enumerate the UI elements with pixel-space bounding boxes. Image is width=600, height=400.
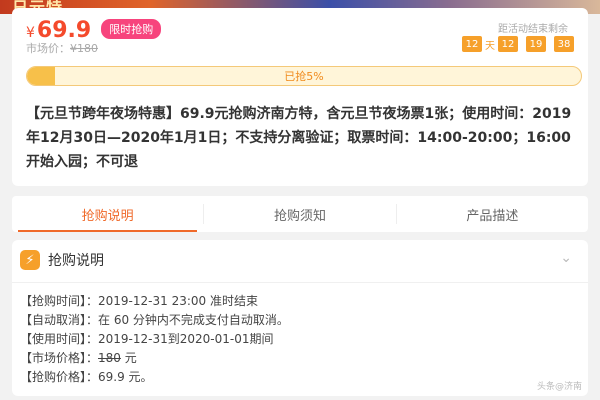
watermark: 头条@济南 — [536, 382, 582, 392]
info-row-use-time: 【使用时间】：2019-12-31到2020-01-01期间 — [20, 330, 289, 349]
row-key: 【抢购价格】： — [20, 370, 99, 384]
market-price-label: 市场价： — [26, 42, 70, 55]
countdown-days-unit: 天 — [485, 40, 495, 52]
purchase-info-card: ⚡ 抢购说明 ⌄ 【抢购时间】：2019-12-31 23:00 准时结束 【自… — [12, 240, 588, 396]
chevron-down-icon[interactable]: ⌄ — [560, 250, 572, 266]
lightning-icon: ⚡ — [20, 250, 40, 270]
row-value-suffix: 元 — [120, 351, 137, 365]
row-key: 【自动取消】： — [20, 313, 99, 327]
countdown-label: 距活动结束剩余 — [498, 24, 568, 35]
product-summary-card: ¥ 69.9 限时抢购 市场价：¥180 距活动结束剩余 12 天 12 19 … — [12, 8, 588, 186]
market-price-row: 市场价：¥180 — [26, 40, 98, 56]
tab-purchase-notice[interactable]: 抢购须知 — [204, 196, 395, 232]
info-row-market-price: 【市场价格】：180 元 — [20, 349, 289, 368]
product-description: 【元旦节跨年夜场特惠】69.9元抢购济南方特，含元旦节夜场票1张；使用时间：20… — [26, 106, 572, 170]
market-price-value: ¥180 — [70, 42, 98, 55]
row-value: 69.9 元。 — [98, 370, 153, 384]
info-row-auto-cancel: 【自动取消】：在 60 分钟内不完成支付自动取消。 — [20, 311, 289, 330]
countdown-days: 12 — [462, 36, 482, 52]
row-value-strike: 180 — [98, 351, 121, 365]
sold-progress-bar: 已抢5% — [26, 66, 582, 86]
info-row-sale-price: 【抢购价格】：69.9 元。 — [20, 368, 289, 387]
currency-symbol: ¥ — [26, 25, 35, 41]
row-value: 在 60 分钟内不完成支付自动取消。 — [98, 313, 289, 327]
info-row-purchase-time: 【抢购时间】：2019-12-31 23:00 准时结束 — [20, 292, 289, 311]
row-value: 2019-12-31到2020-01-01期间 — [98, 332, 274, 346]
countdown-timer: 12 天 12 19 38 — [462, 36, 574, 52]
row-key: 【抢购时间】： — [20, 294, 99, 308]
info-rows: 【抢购时间】：2019-12-31 23:00 准时结束 【自动取消】：在 60… — [20, 292, 289, 387]
progress-text: 已抢5% — [284, 70, 324, 83]
row-key: 【使用时间】： — [20, 332, 99, 346]
countdown-minutes: 19 — [526, 36, 546, 52]
tab-product-description[interactable]: 产品描述 — [397, 196, 588, 232]
tab-bar: 抢购说明 抢购须知 产品描述 — [12, 196, 588, 232]
row-value: 2019-12-31 23:00 准时结束 — [98, 294, 258, 308]
countdown-hours: 12 — [498, 36, 518, 52]
row-key: 【市场价格】： — [20, 351, 99, 365]
tab-purchase-info[interactable]: 抢购说明 — [12, 196, 203, 232]
info-title: 抢购说明 — [48, 253, 104, 269]
countdown-seconds: 38 — [554, 36, 574, 52]
info-header: ⚡ 抢购说明 — [20, 250, 104, 270]
divider — [12, 282, 588, 283]
flash-sale-badge: 限时抢购 — [101, 19, 162, 39]
